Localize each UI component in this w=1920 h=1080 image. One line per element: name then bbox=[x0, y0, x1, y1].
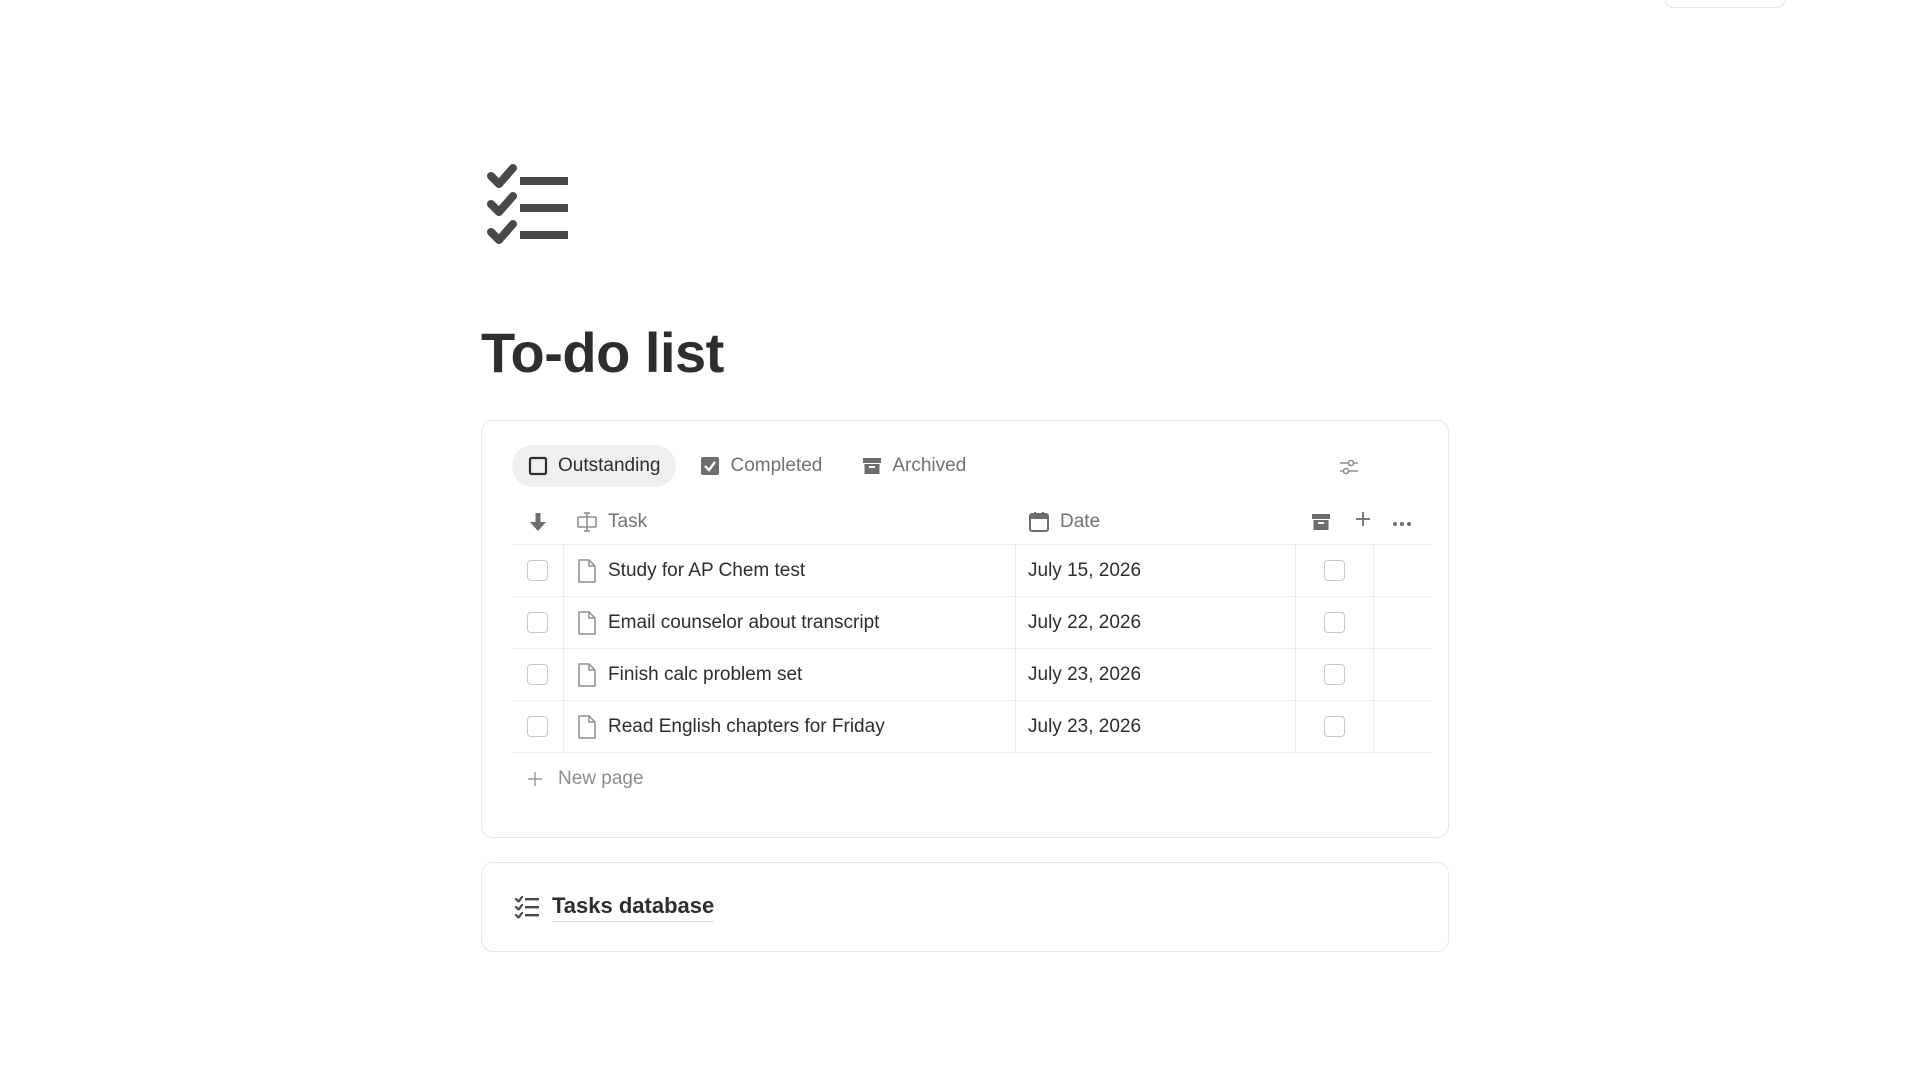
page-document-icon bbox=[578, 662, 596, 687]
table-row[interactable]: Read English chapters for Friday July 23… bbox=[512, 701, 1432, 753]
archived-checkbox[interactable] bbox=[1324, 560, 1345, 581]
task-title[interactable]: Study for AP Chem test bbox=[608, 560, 805, 582]
done-checkbox[interactable] bbox=[527, 664, 548, 685]
tab-completed[interactable]: Completed bbox=[684, 445, 838, 487]
page-document-icon bbox=[578, 558, 596, 583]
table-header: Task Date bbox=[512, 499, 1432, 545]
column-label: Task bbox=[608, 510, 648, 532]
tasks-table: Task Date Study for AP Chem test July 15… bbox=[512, 499, 1432, 805]
tab-archived[interactable]: Archived bbox=[846, 445, 982, 487]
page-document-icon bbox=[578, 714, 596, 739]
more-options-icon[interactable] bbox=[1392, 511, 1412, 533]
task-title[interactable]: Read English chapters for Friday bbox=[608, 716, 885, 738]
header-actions bbox=[1346, 499, 1432, 544]
plus-icon bbox=[528, 772, 542, 786]
done-checkbox[interactable] bbox=[527, 612, 548, 633]
archive-box-icon bbox=[1312, 513, 1330, 530]
column-header-archived[interactable] bbox=[1296, 499, 1346, 544]
empty-cell bbox=[1374, 701, 1432, 752]
archived-checkbox[interactable] bbox=[1324, 664, 1345, 685]
database-view: Outstanding Completed Archived Task Date… bbox=[481, 420, 1449, 838]
tasks-database-link[interactable]: Tasks database bbox=[481, 862, 1449, 952]
tab-label: Completed bbox=[730, 455, 823, 476]
task-date[interactable]: July 22, 2026 bbox=[1028, 612, 1141, 634]
page-title[interactable]: To-do list bbox=[481, 320, 724, 385]
tab-outstanding[interactable]: Outstanding bbox=[512, 445, 677, 487]
done-checkbox[interactable] bbox=[527, 560, 548, 581]
new-page-button[interactable]: New page bbox=[512, 753, 1432, 805]
column-label: Date bbox=[1060, 510, 1101, 532]
calendar-icon bbox=[1029, 511, 1049, 532]
table-row[interactable]: Finish calc problem set July 23, 2026 bbox=[512, 649, 1432, 701]
checklist-icon[interactable] bbox=[485, 161, 581, 251]
add-property-icon[interactable] bbox=[1354, 510, 1372, 534]
archived-checkbox[interactable] bbox=[1324, 716, 1345, 737]
sort-descending-icon[interactable] bbox=[512, 499, 564, 544]
column-header-task[interactable]: Task bbox=[564, 499, 1016, 544]
task-title[interactable]: Email counselor about transcript bbox=[608, 612, 879, 634]
table-row[interactable]: Email counselor about transcript July 22… bbox=[512, 597, 1432, 649]
top-right-button[interactable] bbox=[1665, 0, 1785, 8]
empty-cell bbox=[1374, 649, 1432, 700]
empty-checkbox-icon bbox=[528, 456, 548, 476]
checked-checkbox-icon bbox=[700, 456, 720, 476]
task-title[interactable]: Finish calc problem set bbox=[608, 664, 802, 686]
page-document-icon bbox=[578, 610, 596, 635]
table-row[interactable]: Study for AP Chem test July 15, 2026 bbox=[512, 545, 1432, 597]
empty-cell bbox=[1374, 545, 1432, 596]
task-date[interactable]: July 23, 2026 bbox=[1028, 664, 1141, 686]
empty-cell bbox=[1374, 597, 1432, 648]
column-header-date[interactable]: Date bbox=[1016, 499, 1296, 544]
archived-checkbox[interactable] bbox=[1324, 612, 1345, 633]
tab-label: Outstanding bbox=[558, 455, 661, 476]
new-page-label: New page bbox=[558, 768, 644, 789]
done-checkbox[interactable] bbox=[527, 716, 548, 737]
archive-box-icon bbox=[862, 456, 882, 476]
text-property-icon bbox=[577, 511, 597, 532]
task-date[interactable]: July 15, 2026 bbox=[1028, 560, 1141, 582]
view-settings-icon[interactable] bbox=[1338, 456, 1360, 478]
task-date[interactable]: July 23, 2026 bbox=[1028, 716, 1141, 738]
tab-label: Archived bbox=[892, 455, 967, 476]
linked-database-label: Tasks database bbox=[552, 893, 715, 922]
checklist-icon bbox=[514, 895, 539, 919]
view-tabs: Outstanding Completed Archived bbox=[512, 445, 982, 487]
